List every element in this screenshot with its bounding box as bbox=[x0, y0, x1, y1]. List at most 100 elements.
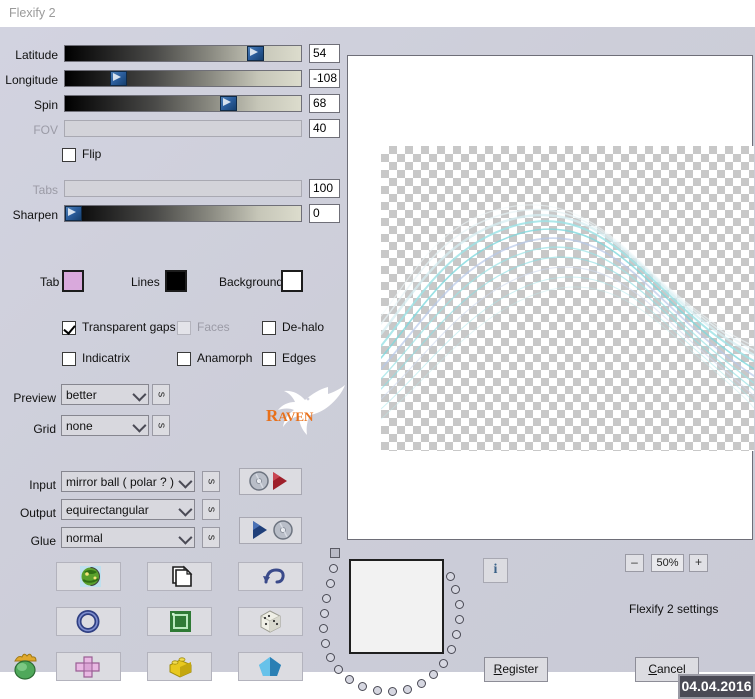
slider-label-tabs: Tabs bbox=[32, 183, 58, 197]
slider-handle-longitude[interactable] bbox=[110, 71, 127, 86]
zoom-out-button[interactable]: – bbox=[625, 554, 644, 572]
checkbox-box-flip[interactable] bbox=[62, 148, 76, 162]
orientation-dot[interactable] bbox=[329, 564, 338, 573]
orientation-dot[interactable] bbox=[429, 670, 438, 679]
orientation-dot[interactable] bbox=[452, 630, 461, 639]
checkbox-box-faces bbox=[177, 321, 191, 335]
orientation-thumbnail[interactable] bbox=[349, 559, 444, 654]
orientation-dot[interactable] bbox=[334, 665, 343, 674]
slider-value-sharpen[interactable]: 0 bbox=[309, 204, 340, 223]
refresh-button-input[interactable]: s bbox=[202, 471, 220, 492]
select-grid[interactable]: none bbox=[61, 415, 149, 436]
orientation-dot[interactable] bbox=[319, 624, 328, 633]
orientation-dot[interactable] bbox=[326, 653, 335, 662]
orientation-dot[interactable] bbox=[439, 659, 448, 668]
slider-handle-latitude[interactable] bbox=[247, 46, 264, 61]
slider-value-tabs[interactable]: 100 bbox=[309, 179, 340, 198]
slider-handle-sharpen[interactable] bbox=[65, 206, 82, 221]
chevron-down-icon bbox=[132, 418, 147, 433]
green-gem-icon[interactable] bbox=[9, 651, 41, 683]
select-value-preview: better bbox=[66, 388, 97, 402]
checkbox-label-edges: Edges bbox=[282, 351, 317, 365]
orientation-dot[interactable] bbox=[345, 675, 354, 684]
orientation-dot[interactable] bbox=[373, 686, 382, 695]
orientation-dot[interactable] bbox=[358, 682, 367, 691]
save-preset-button[interactable] bbox=[239, 517, 302, 544]
select-label-glue: Glue bbox=[30, 534, 56, 548]
select-preview[interactable]: better bbox=[61, 384, 149, 405]
register-button[interactable]: Register bbox=[484, 657, 548, 682]
slider-value-fov[interactable]: 40 bbox=[309, 119, 340, 138]
cross-button[interactable] bbox=[56, 652, 121, 681]
orientation-dot[interactable] bbox=[455, 615, 464, 624]
orientation-dot[interactable] bbox=[326, 579, 335, 588]
slider-handle-spin[interactable] bbox=[220, 96, 237, 111]
select-output[interactable]: equirectangular bbox=[61, 499, 195, 520]
register-label: egister bbox=[502, 662, 539, 676]
slider-row-fov: FOV 40 bbox=[0, 119, 345, 142]
chevron-down-icon bbox=[178, 474, 193, 489]
crystal-button[interactable] bbox=[238, 652, 303, 681]
slider-label-sharpen: Sharpen bbox=[12, 208, 58, 222]
slider-value-spin[interactable]: 68 bbox=[309, 94, 340, 113]
orientation-dot[interactable] bbox=[455, 600, 464, 609]
refresh-icon: s bbox=[155, 422, 168, 429]
select-value-input: mirror ball ( polar ? ) bbox=[66, 475, 175, 489]
controls-panel: Latitude 54 Longitude -108 Spin 68 FOV 4… bbox=[0, 27, 345, 681]
swatch-tab[interactable] bbox=[62, 270, 84, 292]
preview-wave-curves bbox=[381, 204, 754, 420]
refresh-button-preview[interactable]: s bbox=[152, 384, 170, 405]
orientation-dot[interactable] bbox=[388, 687, 397, 696]
zoom-in-button[interactable]: + bbox=[689, 554, 708, 572]
select-value-grid: none bbox=[66, 419, 93, 433]
orientation-dot[interactable] bbox=[446, 572, 455, 581]
refresh-icon: s bbox=[155, 391, 168, 398]
checkbox-label-de-halo: De-halo bbox=[282, 320, 325, 334]
globe-icon bbox=[80, 566, 101, 587]
preview-canvas[interactable] bbox=[347, 55, 754, 540]
pages-button[interactable] bbox=[147, 562, 212, 591]
swatch-lines[interactable] bbox=[165, 270, 187, 292]
orientation-dot[interactable] bbox=[321, 639, 330, 648]
orientation-dot[interactable] bbox=[403, 685, 412, 694]
globe-button[interactable] bbox=[56, 562, 121, 591]
slider-value-longitude[interactable]: -108 bbox=[309, 69, 340, 88]
checkbox-box-edges[interactable] bbox=[262, 352, 276, 366]
slider-value-latitude[interactable]: 54 bbox=[309, 44, 340, 63]
slider-track-longitude[interactable] bbox=[64, 70, 302, 87]
swatch-background[interactable] bbox=[281, 270, 303, 292]
brick-button[interactable] bbox=[147, 652, 212, 681]
slider-track-spin[interactable] bbox=[64, 95, 302, 112]
checkbox-box-de-halo[interactable] bbox=[262, 321, 276, 335]
refresh-button-glue[interactable]: s bbox=[202, 527, 220, 548]
checkbox-box-transparent-gaps[interactable] bbox=[62, 321, 76, 335]
info-button[interactable]: i bbox=[483, 558, 508, 583]
orientation-dot[interactable] bbox=[447, 645, 456, 654]
zoom-level-value[interactable]: 50% bbox=[651, 554, 684, 572]
slider-track-latitude[interactable] bbox=[64, 45, 302, 62]
settings-label: Flexify 2 settings bbox=[629, 602, 719, 616]
chevron-down-icon bbox=[178, 502, 193, 517]
orientation-dot[interactable] bbox=[322, 594, 331, 603]
swatch-label-lines: Lines bbox=[131, 275, 160, 289]
select-glue[interactable]: normal bbox=[61, 527, 195, 548]
checkbox-box-indicatrix[interactable] bbox=[62, 352, 76, 366]
refresh-button-output[interactable]: s bbox=[202, 499, 220, 520]
torus-button[interactable] bbox=[56, 607, 121, 636]
orientation-dot[interactable] bbox=[417, 679, 426, 688]
slider-track-sharpen[interactable] bbox=[64, 205, 302, 222]
slider-row-sharpen: Sharpen 0 bbox=[0, 204, 345, 227]
orientation-dot[interactable] bbox=[451, 585, 460, 594]
select-label-input: Input bbox=[29, 478, 56, 492]
orientation-dot[interactable] bbox=[320, 609, 329, 618]
undo-button[interactable] bbox=[238, 562, 303, 591]
window-title: Flexify 2 bbox=[9, 6, 56, 20]
checkbox-box-anamorph[interactable] bbox=[177, 352, 191, 366]
select-input[interactable]: mirror ball ( polar ? ) bbox=[61, 471, 195, 492]
refresh-button-grid[interactable]: s bbox=[152, 415, 170, 436]
checkbox-label-flip: Flip bbox=[82, 147, 102, 161]
frame-button[interactable] bbox=[147, 607, 212, 636]
dice-button[interactable] bbox=[238, 607, 303, 636]
load-preset-button[interactable] bbox=[239, 468, 302, 495]
preview-resize-handle[interactable] bbox=[330, 548, 340, 558]
